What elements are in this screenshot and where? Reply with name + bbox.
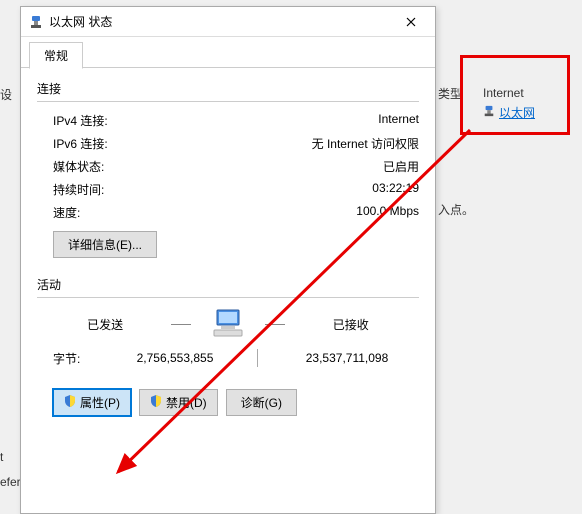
- row-duration: 持续时间: 03:22:19: [53, 181, 419, 198]
- properties-button[interactable]: 属性(P): [53, 389, 131, 416]
- dialog-title: 以太网 状态: [49, 13, 388, 30]
- activity-divider: [171, 324, 191, 325]
- divider: [37, 297, 419, 298]
- diagnose-button[interactable]: 诊断(G): [226, 389, 297, 416]
- bg-text-access: 入点。: [438, 201, 474, 218]
- ipv4-label: IPv4 连接:: [53, 112, 108, 129]
- tab-body: 连接 IPv4 连接: Internet IPv6 连接: 无 Internet…: [21, 67, 435, 513]
- network-icon: [29, 15, 43, 29]
- titlebar: 以太网 状态: [21, 7, 435, 37]
- speed-value: 100.0 Mbps: [356, 204, 419, 221]
- bytes-label: 字节:: [53, 350, 103, 367]
- ipv6-value: 无 Internet 访问权限: [312, 135, 419, 152]
- sent-label: 已发送: [60, 316, 150, 333]
- duration-value: 03:22:19: [372, 181, 419, 198]
- connection-section: 连接 IPv4 连接: Internet IPv6 连接: 无 Internet…: [37, 80, 419, 258]
- tab-general[interactable]: 常规: [29, 42, 83, 69]
- ethernet-link[interactable]: 以太网: [499, 104, 535, 121]
- bytes-sent-value: 2,756,553,855: [103, 351, 247, 365]
- bg-text-t: t: [0, 450, 3, 464]
- properties-button-label: 属性(P): [80, 394, 120, 411]
- row-ipv6: IPv6 连接: 无 Internet 访问权限: [53, 135, 419, 152]
- media-label: 媒体状态:: [53, 158, 104, 175]
- activity-section: 活动 已发送 已接收 字节: 2,756,553,855: [37, 276, 419, 367]
- duration-label: 持续时间:: [53, 181, 104, 198]
- details-button[interactable]: 详细信息(E)...: [53, 231, 157, 258]
- highlight-box: Internet 以太网: [460, 55, 570, 135]
- bg-text-settings: 设: [0, 86, 12, 103]
- computer-icon: [211, 308, 245, 341]
- bytes-divider: [257, 349, 265, 367]
- speed-label: 速度:: [53, 204, 80, 221]
- tab-strip: 常规: [21, 41, 435, 67]
- row-speed: 速度: 100.0 Mbps: [53, 204, 419, 221]
- ipv6-label: IPv6 连接:: [53, 135, 108, 152]
- disable-button-label: 禁用(D): [166, 394, 207, 411]
- ipv4-value: Internet: [378, 112, 419, 129]
- activity-divider: [265, 324, 285, 325]
- bytes-row: 字节: 2,756,553,855 23,537,711,098: [53, 349, 419, 367]
- button-row: 属性(P) 禁用(D) 诊断(G): [37, 381, 419, 428]
- activity-header: 已发送 已接收: [53, 308, 403, 341]
- row-ipv4: IPv4 连接: Internet: [53, 112, 419, 129]
- media-value: 已启用: [383, 158, 419, 175]
- activity-heading: 活动: [37, 276, 419, 293]
- network-icon: [483, 105, 495, 120]
- connection-heading: 连接: [37, 80, 419, 97]
- divider: [37, 101, 419, 102]
- recv-label: 已接收: [306, 316, 396, 333]
- close-button[interactable]: [388, 8, 433, 36]
- internet-text: Internet: [483, 86, 567, 100]
- shield-icon: [64, 395, 76, 410]
- bytes-recv-value: 23,537,711,098: [275, 351, 419, 365]
- ethernet-status-dialog: 以太网 状态 常规 连接 IPv4 连接: Internet IPv6 连接: …: [20, 6, 436, 514]
- row-media: 媒体状态: 已启用: [53, 158, 419, 175]
- disable-button[interactable]: 禁用(D): [139, 389, 218, 416]
- bg-text-efer: efer: [0, 475, 21, 489]
- shield-icon: [150, 395, 162, 410]
- bg-text-type: 类型: [438, 85, 462, 102]
